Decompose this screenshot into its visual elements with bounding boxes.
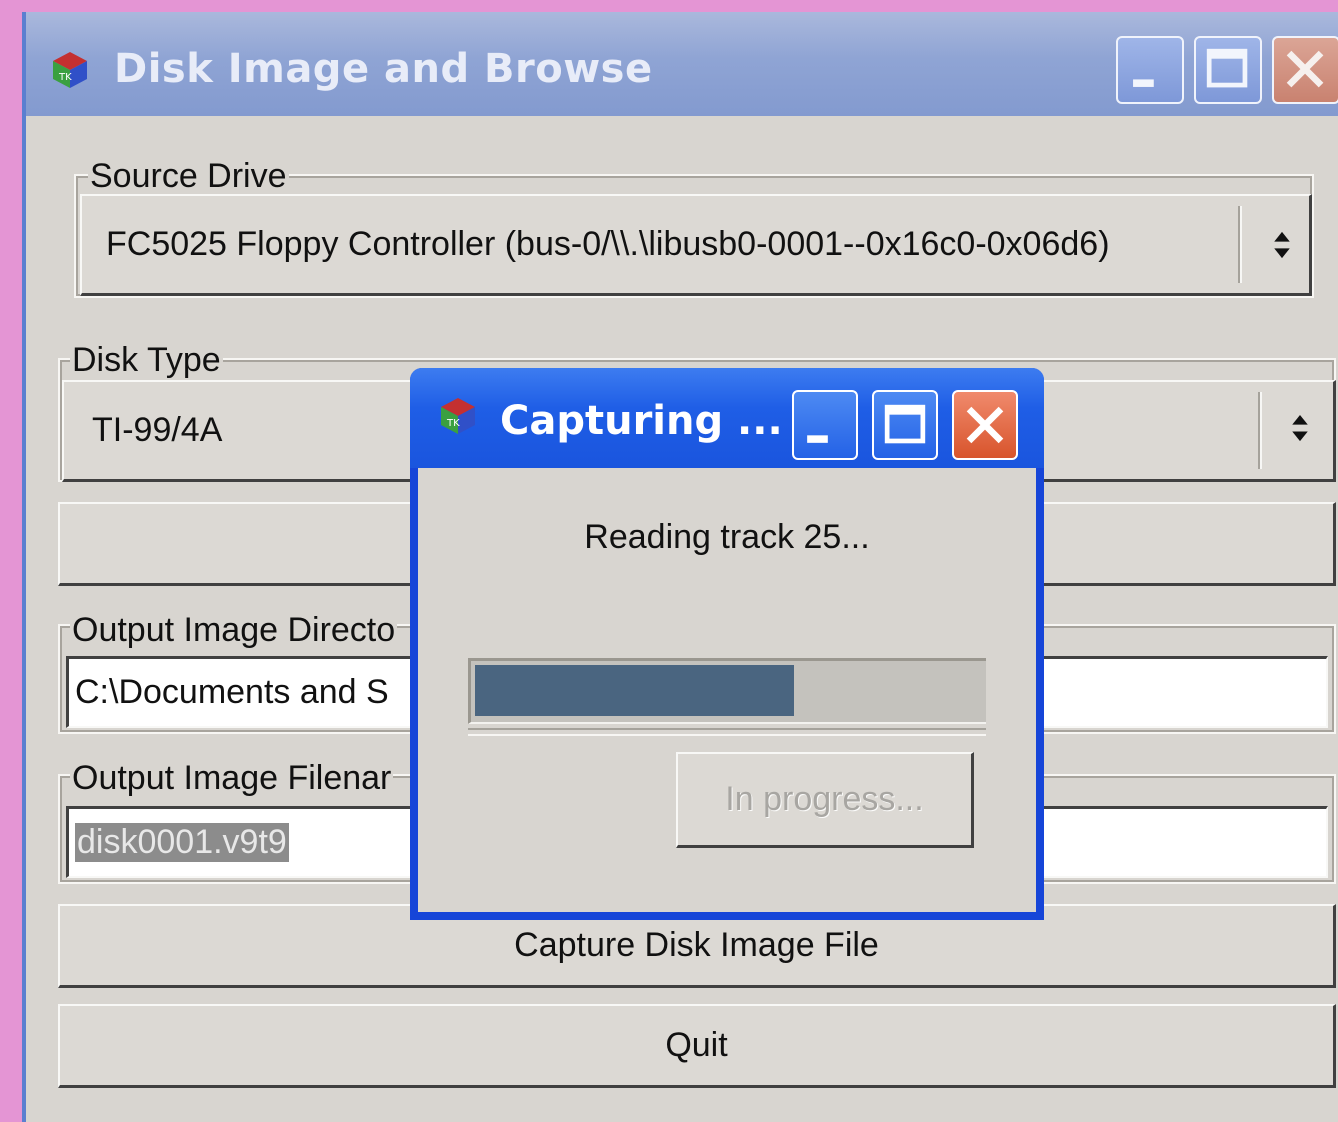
in-progress-button: In progress... bbox=[676, 752, 974, 848]
minimize-icon bbox=[1133, 79, 1154, 87]
dialog-title: Capturing ... bbox=[500, 398, 783, 444]
minimize-icon bbox=[807, 435, 828, 443]
main-close-button[interactable] bbox=[1272, 36, 1338, 104]
main-titlebar[interactable]: TK Disk Image and Browse bbox=[26, 12, 1338, 116]
main-window-title: Disk Image and Browse bbox=[114, 46, 653, 92]
output-filename-value: disk0001.v9t9 bbox=[75, 823, 289, 862]
output-dir-label: Output Image Directo bbox=[70, 611, 398, 649]
combo-separator bbox=[1238, 206, 1242, 283]
main-minimize-button[interactable] bbox=[1116, 36, 1184, 104]
dialog-close-button[interactable] bbox=[952, 390, 1018, 460]
main-maximize-button[interactable] bbox=[1194, 36, 1262, 104]
updown-arrows-icon bbox=[1292, 414, 1308, 442]
disk-type-value: TI-99/4A bbox=[92, 411, 223, 449]
dialog-titlebar[interactable]: TK Capturing ... bbox=[410, 368, 1044, 468]
combo-separator bbox=[1258, 392, 1262, 469]
svg-text:TK: TK bbox=[58, 72, 72, 83]
quit-button[interactable]: Quit bbox=[58, 1004, 1336, 1088]
close-icon bbox=[966, 406, 1004, 444]
app-cube-icon: TK bbox=[53, 52, 87, 88]
output-dir-value: C:\Documents and S bbox=[75, 673, 389, 711]
svg-text:TK: TK bbox=[446, 418, 460, 429]
dialog-maximize-button[interactable] bbox=[872, 390, 938, 460]
progress-fill bbox=[475, 665, 794, 716]
close-icon bbox=[1286, 50, 1324, 88]
status-text: Reading track 25... bbox=[584, 518, 870, 556]
dialog-minimize-button[interactable] bbox=[792, 390, 858, 460]
source-drive-label: Source Drive bbox=[88, 157, 289, 195]
disk-type-label: Disk Type bbox=[70, 341, 223, 379]
progress-bar bbox=[468, 658, 986, 724]
source-drive-combo[interactable]: FC5025 Floppy Controller (bus-0/\\.\libu… bbox=[80, 194, 1312, 296]
capturing-dialog: TK Capturing ... Reading track 25... In … bbox=[410, 368, 1044, 920]
maximize-icon bbox=[1206, 48, 1248, 88]
source-drive-value: FC5025 Floppy Controller (bus-0/\\.\libu… bbox=[106, 225, 1110, 263]
maximize-icon bbox=[884, 404, 926, 444]
updown-arrows-icon bbox=[1274, 231, 1290, 259]
progress-divider bbox=[468, 728, 986, 736]
app-cube-icon: TK bbox=[441, 398, 475, 434]
output-filename-label: Output Image Filenar bbox=[70, 759, 394, 797]
